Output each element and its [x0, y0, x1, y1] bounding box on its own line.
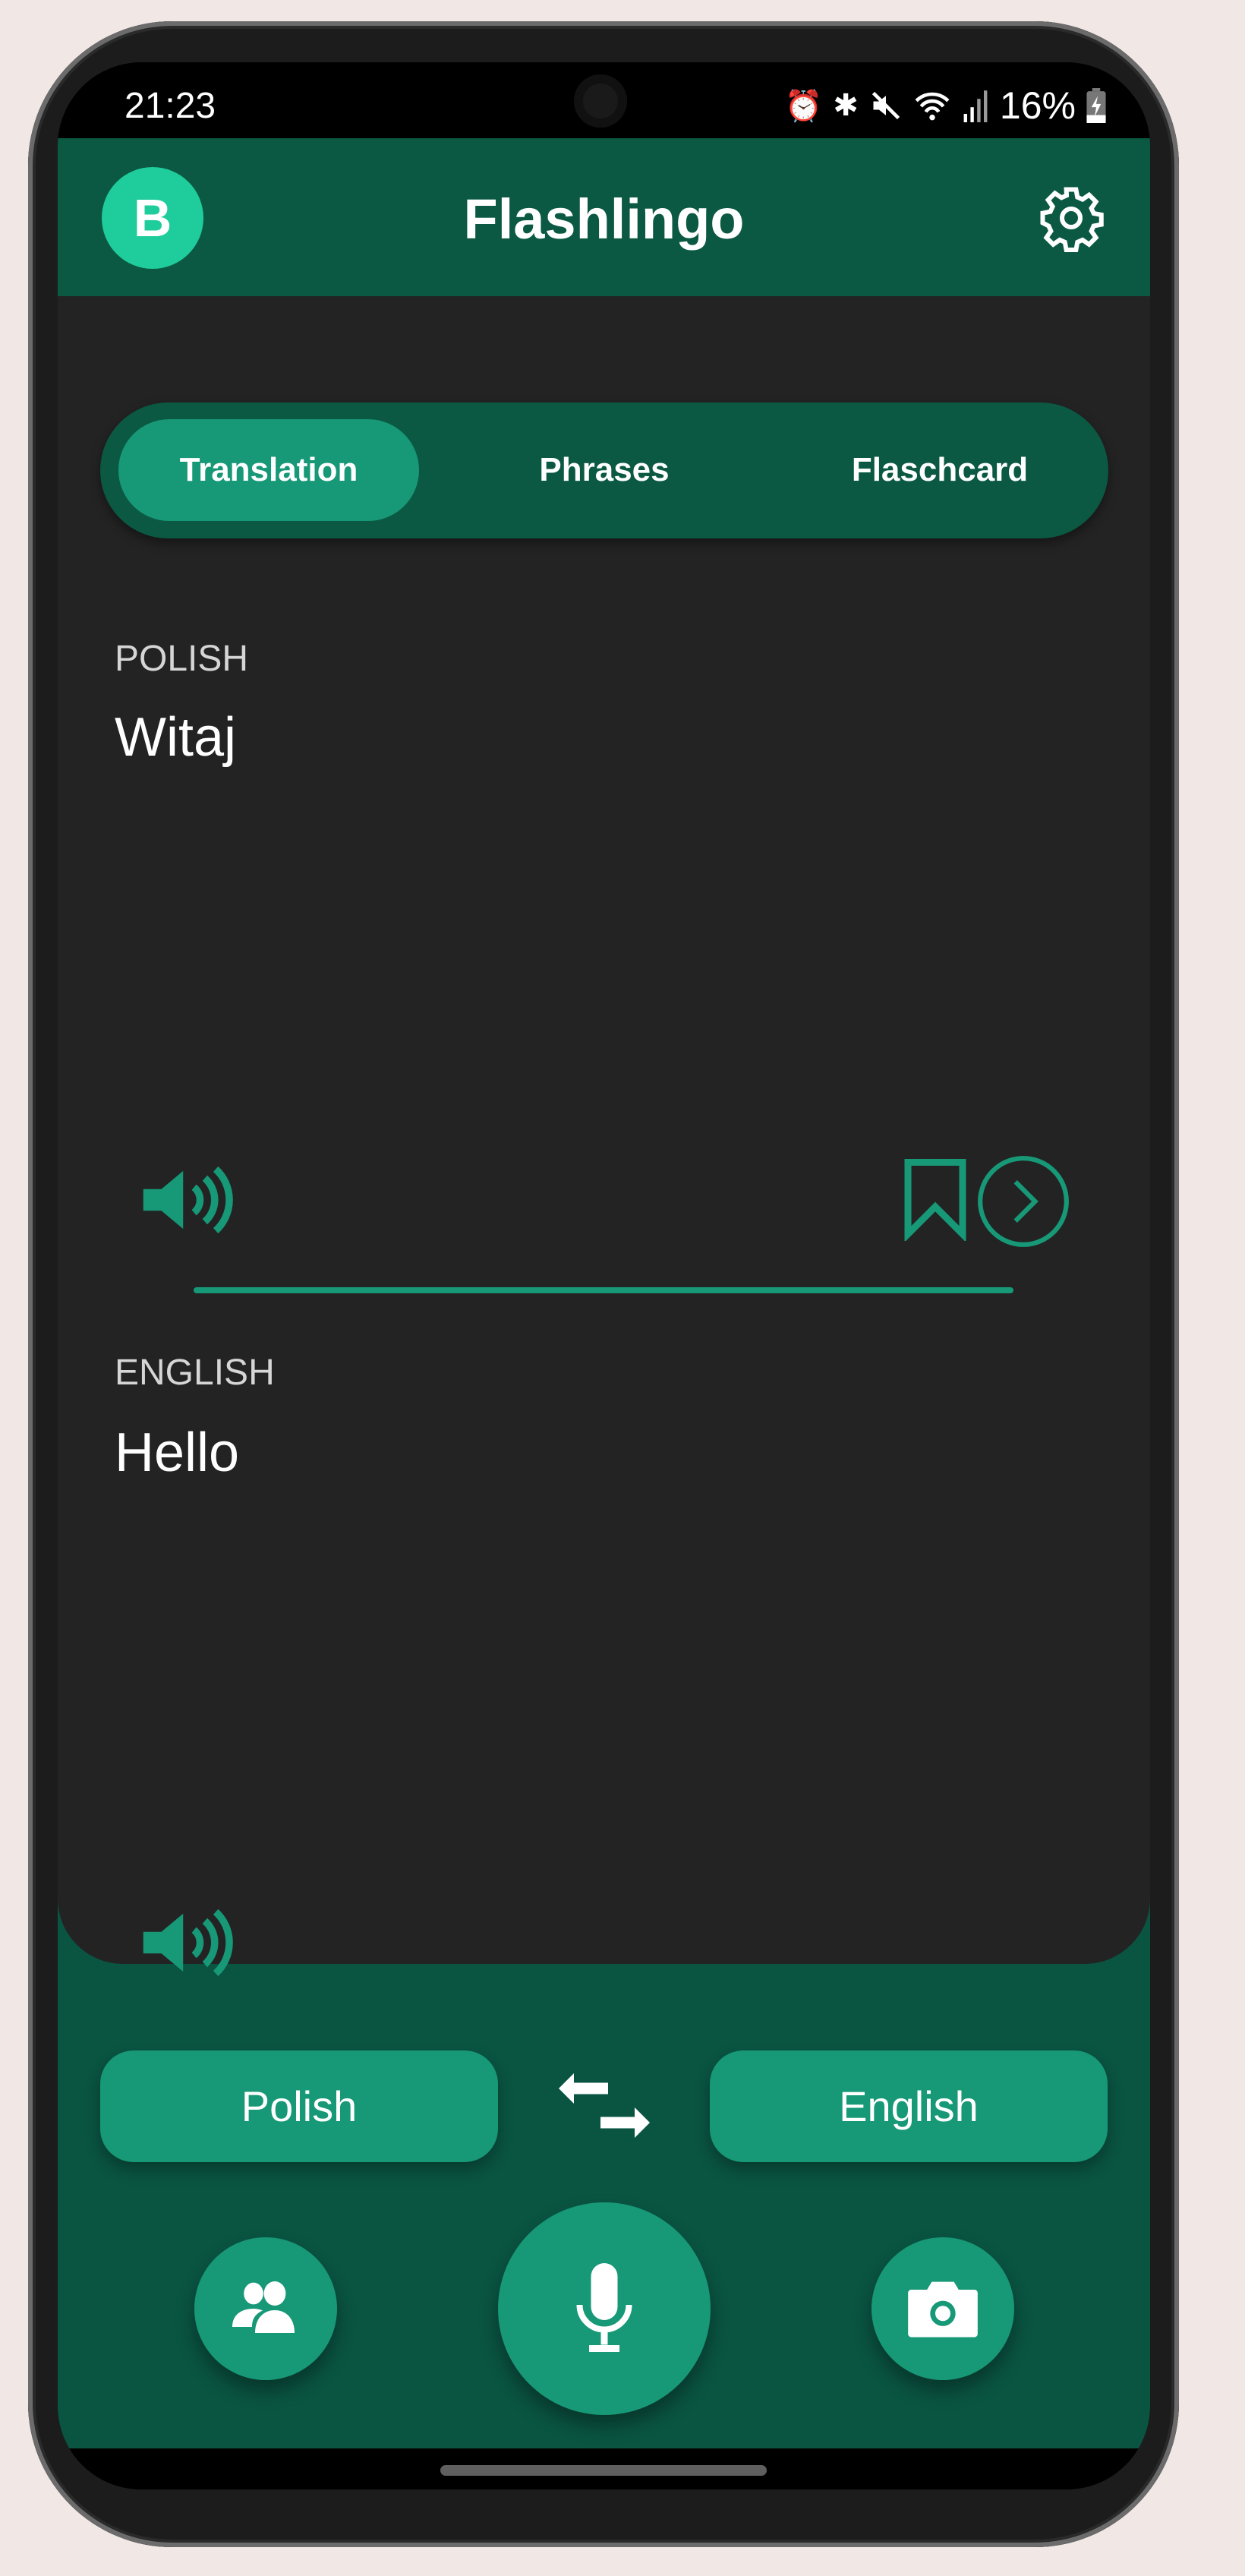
- chevron-right-circle-icon[interactable]: [976, 1154, 1070, 1249]
- status-time: 21:23: [124, 86, 216, 126]
- gear-icon[interactable]: [1037, 184, 1105, 252]
- conversation-icon: [232, 2281, 295, 2333]
- signal-icon: [963, 90, 988, 122]
- app-title: Flashlingo: [463, 188, 745, 251]
- speaker-icon[interactable]: [140, 1897, 234, 1988]
- target-language-button[interactable]: English: [710, 2050, 1108, 2162]
- conversation-button[interactable]: [194, 2237, 337, 2380]
- source-text[interactable]: Witaj: [115, 706, 236, 769]
- bluetooth-icon: ✱: [833, 89, 859, 122]
- mute-icon: [872, 91, 900, 120]
- home-indicator[interactable]: [440, 2465, 767, 2476]
- status-bar: 21:23 ⏰ ✱ 16%: [58, 62, 1150, 138]
- translation-card: Translation Phrases Flaschcard POLISH Wi…: [58, 296, 1150, 1977]
- tab-phrases[interactable]: Phrases: [454, 419, 755, 521]
- bookmark-icon[interactable]: [900, 1159, 970, 1241]
- target-language-label: ENGLISH: [115, 1353, 275, 1393]
- source-language-label: POLISH: [115, 639, 249, 679]
- front-camera: [574, 74, 627, 128]
- swap-icon[interactable]: [559, 2073, 650, 2142]
- app-header: B Flashlingo: [58, 138, 1150, 296]
- speaker-icon[interactable]: [140, 1154, 234, 1245]
- tab-translation[interactable]: Translation: [118, 419, 419, 521]
- microphone-icon: [576, 2263, 632, 2352]
- alarm-icon: ⏰: [784, 89, 823, 123]
- camera-button[interactable]: [872, 2237, 1014, 2380]
- battery-text: 16%: [999, 84, 1076, 127]
- wifi-icon: [915, 92, 950, 121]
- screen: 21:23 ⏰ ✱ 16% B Flashlingo Translation P…: [58, 62, 1150, 2489]
- tab-bar: Translation Phrases Flaschcard: [100, 402, 1108, 538]
- source-language-button[interactable]: Polish: [100, 2050, 498, 2162]
- microphone-button[interactable]: [498, 2202, 711, 2415]
- target-text: Hello: [115, 1422, 240, 1483]
- camera-icon: [908, 2281, 978, 2338]
- divider: [194, 1287, 1013, 1293]
- tab-flashcard[interactable]: Flaschcard: [790, 419, 1090, 521]
- battery-charging-icon: [1086, 88, 1106, 123]
- status-icons: ⏰ ✱ 16%: [785, 84, 1106, 128]
